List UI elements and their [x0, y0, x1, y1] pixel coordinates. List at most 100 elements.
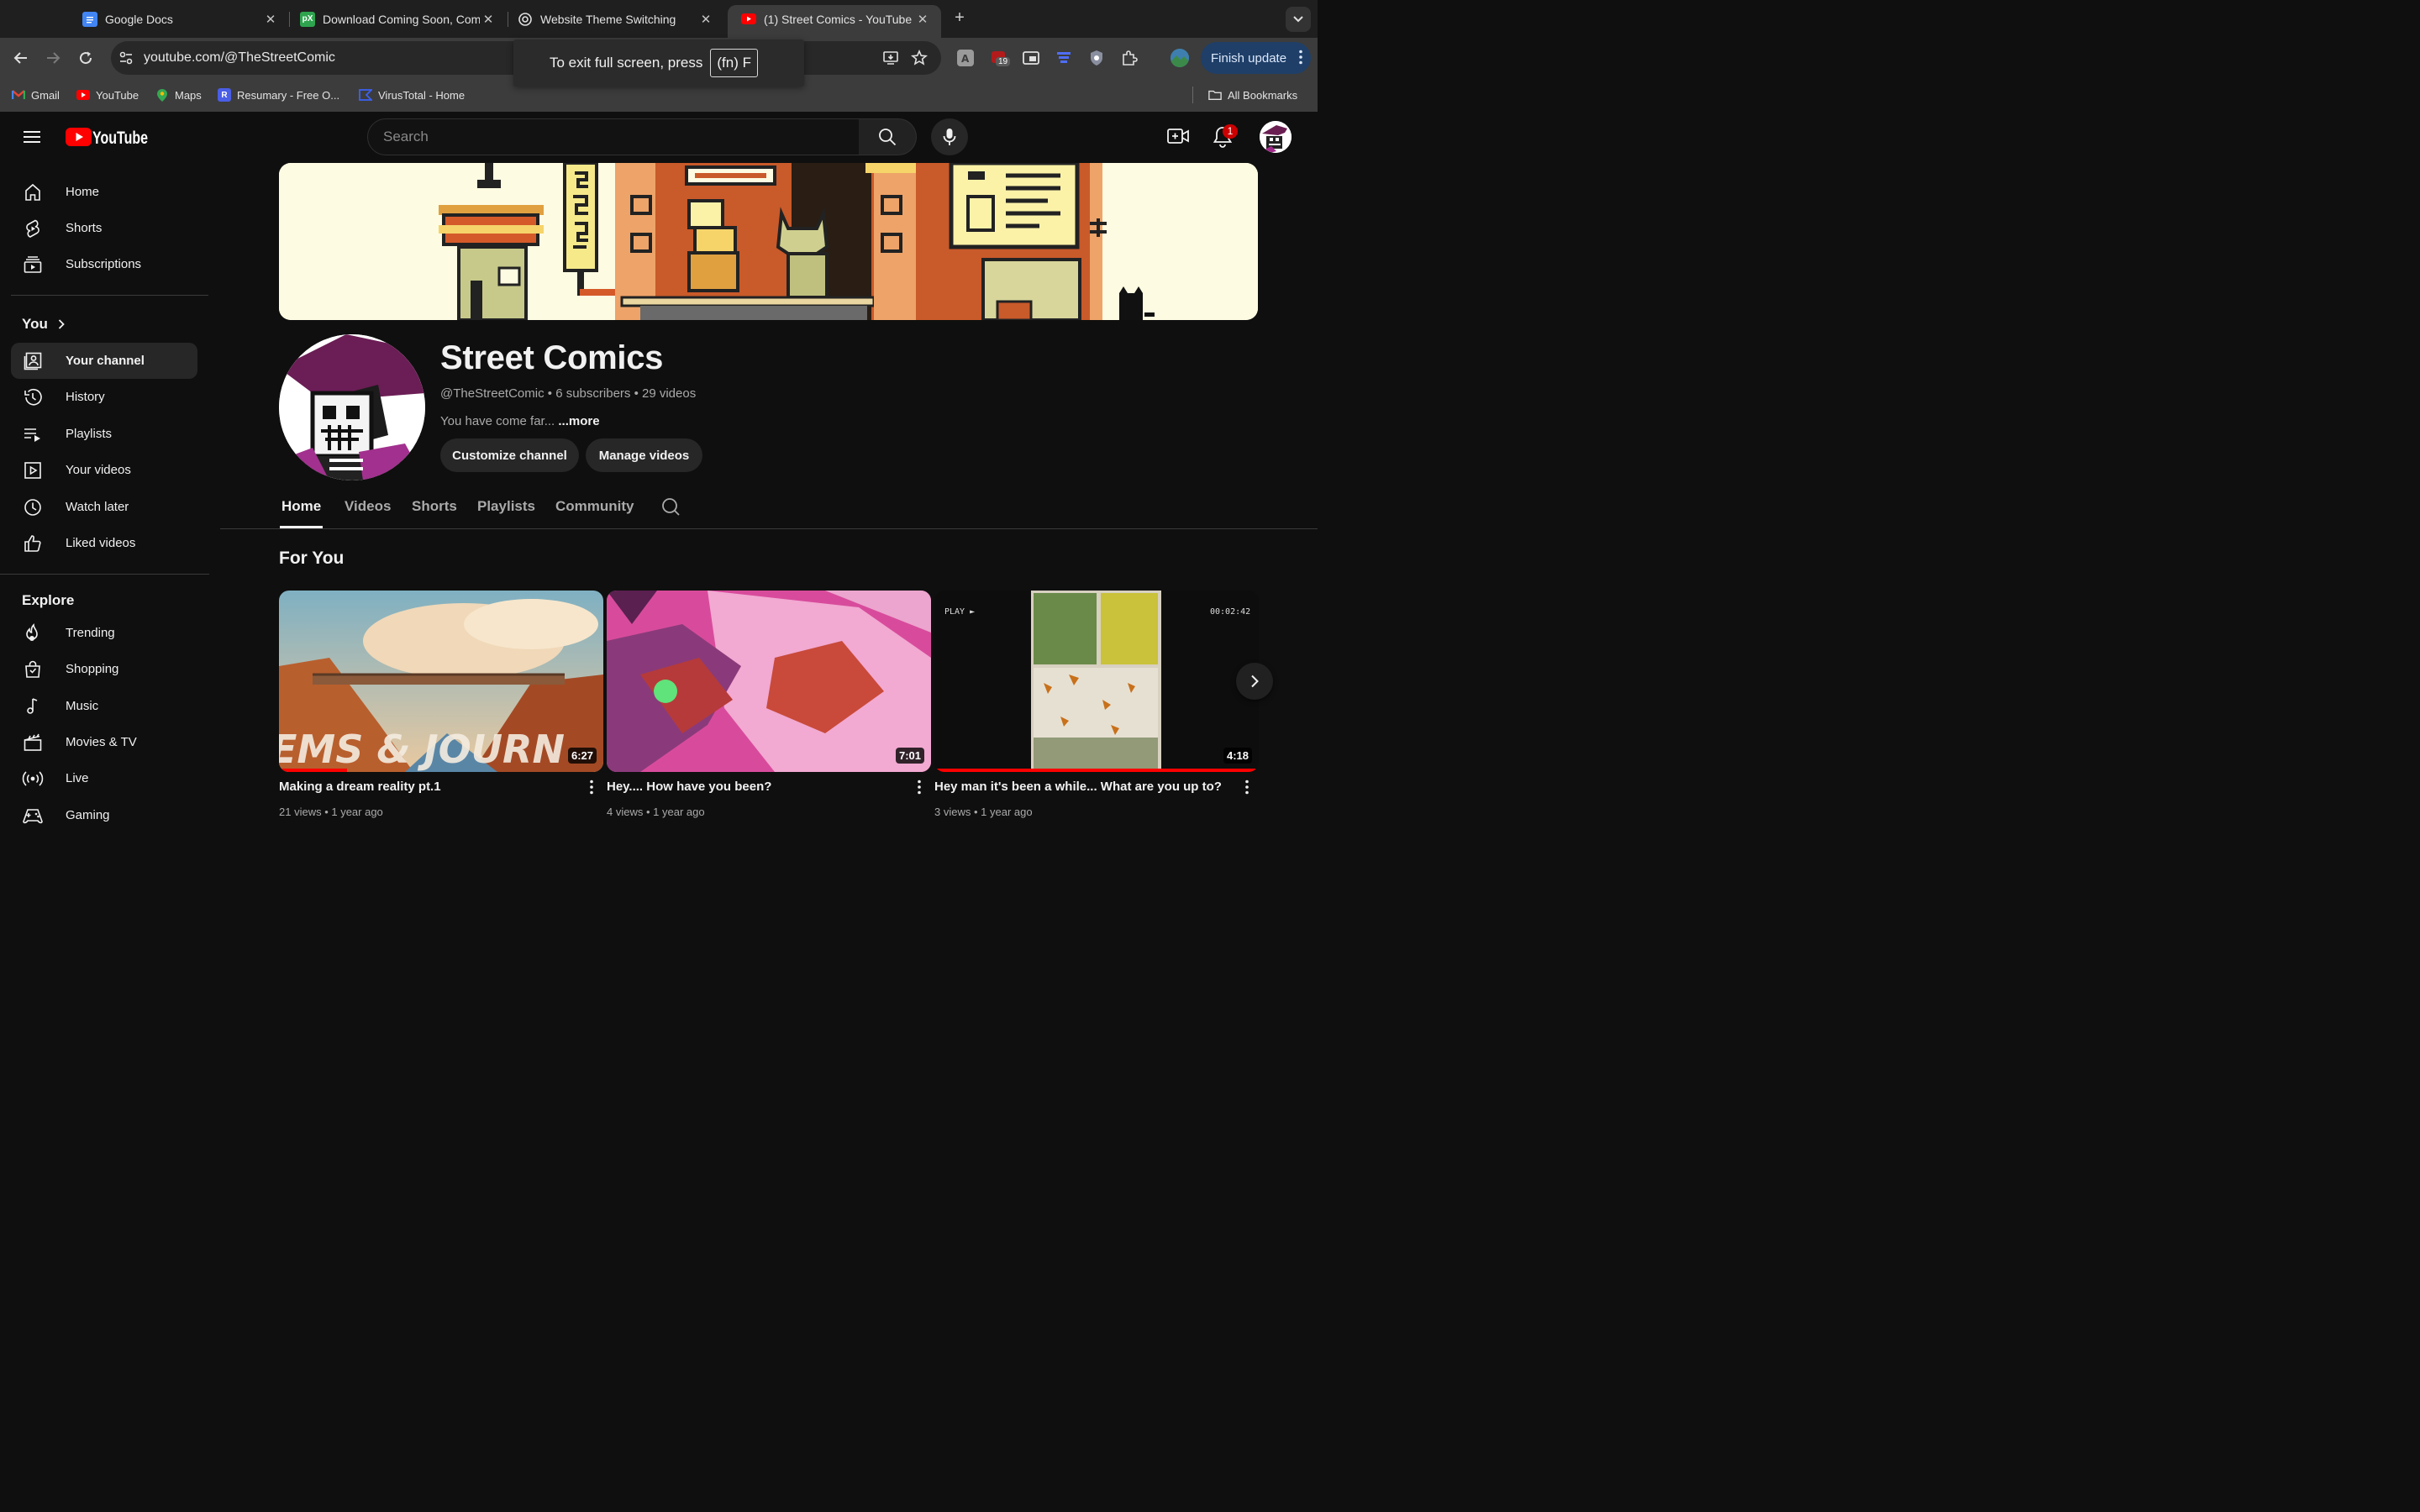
tab-home[interactable]: Home [281, 498, 321, 515]
tab-search-chevron-icon[interactable] [1286, 7, 1311, 32]
menu-hamburger-icon[interactable] [22, 129, 42, 145]
tab-community[interactable]: Community [555, 498, 634, 515]
extension-stack-icon[interactable] [1055, 50, 1072, 66]
manage-videos-button[interactable]: Manage videos [586, 438, 702, 472]
channel-tabs: Home Videos Shorts Playlists Community [220, 489, 1318, 529]
shield-extension-icon[interactable] [1088, 50, 1105, 66]
channel-search-icon[interactable] [661, 497, 680, 516]
extension-badge-icon[interactable]: 19 [990, 50, 1011, 66]
tab-playlists[interactable]: Playlists [477, 498, 535, 515]
shorts-icon [22, 218, 44, 239]
watch-progress-bar [279, 769, 348, 772]
sidebar-item-label: Playlists [66, 427, 113, 441]
sidebar-item-playlists[interactable]: Playlists [11, 416, 197, 452]
video-thumbnail[interactable]: 7:01 [607, 591, 931, 772]
extension-a-icon[interactable]: A [957, 50, 974, 66]
bookmark-maps[interactable]: Maps [155, 88, 202, 102]
all-bookmarks-button[interactable]: All Bookmarks [1208, 88, 1297, 102]
video-title[interactable]: Hey.... How have you been? [607, 780, 771, 794]
bookmark-virustotal[interactable]: VirusTotal - Home [359, 88, 465, 102]
video-title[interactable]: Making a dream reality pt.1 [279, 780, 441, 794]
sidebar-item-live[interactable]: Live [11, 760, 197, 796]
channel-subscribers: 6 subscribers [555, 386, 631, 401]
video-more-actions-icon[interactable] [911, 778, 928, 796]
bookmark-resumary[interactable]: R Resumary - Free O... [218, 88, 339, 102]
extensions-puzzle-icon[interactable] [1121, 50, 1138, 66]
sidebar-item-subscriptions[interactable]: Subscriptions [11, 246, 197, 282]
sidebar-item-label: Movies & TV [66, 735, 137, 749]
sidebar-item-home[interactable]: Home [11, 174, 197, 210]
fullscreen-exit-notice: To exit full screen, press (fn) F [513, 39, 804, 87]
bookmark-label: Resumary - Free O... [237, 88, 340, 102]
video-duration: 4:18 [1223, 748, 1252, 764]
sidebar-item-watch-later[interactable]: Watch later [11, 489, 197, 525]
create-video-icon[interactable] [1166, 127, 1190, 145]
fullscreen-notice-text: To exit full screen, press [550, 55, 703, 71]
video-duration: 6:27 [567, 748, 597, 764]
sidebar-item-your-channel[interactable]: Your channel [11, 343, 197, 379]
picture-in-picture-icon[interactable] [1023, 50, 1039, 66]
tab-videos[interactable]: Videos [345, 498, 391, 515]
close-tab-icon[interactable]: ✕ [262, 12, 279, 27]
sidebar-item-shorts[interactable]: Shorts [11, 210, 197, 246]
bookmark-star-icon[interactable] [911, 50, 928, 66]
search-input[interactable]: Search [367, 118, 860, 155]
tab-shorts[interactable]: Shorts [412, 498, 457, 515]
close-tab-icon[interactable]: ✕ [697, 12, 714, 27]
sidebar-item-your-videos[interactable]: Your videos [11, 452, 197, 488]
youtube-play-logo-icon [66, 128, 92, 146]
carousel-next-button[interactable] [1236, 663, 1273, 700]
video-thumbnail[interactable]: EMS & JOURN 6:27 [279, 591, 603, 772]
reload-icon[interactable] [76, 48, 96, 68]
sidebar-item-shopping[interactable]: Shopping [11, 651, 197, 687]
sidebar-item-music[interactable]: Music [11, 688, 197, 724]
sidebar-item-history[interactable]: History [11, 379, 197, 415]
active-tab-indicator [280, 526, 323, 528]
browser-tab-download[interactable]: pX Download Coming Soon, Com ✕ [287, 5, 507, 33]
browser-tab-theme-switching[interactable]: Website Theme Switching ✕ [504, 5, 724, 33]
search-button[interactable] [859, 118, 917, 155]
channel-avatar[interactable] [279, 334, 425, 480]
video-meta: 21 views • 1 year ago [279, 806, 383, 818]
profile-avatar-icon[interactable] [1171, 49, 1189, 67]
sidebar-item-label: Live [66, 771, 89, 785]
customize-channel-button[interactable]: Customize channel [440, 438, 579, 472]
browser-tab-google-docs[interactable]: Google Docs ✕ [69, 5, 289, 33]
video-thumbnail[interactable]: PLAY ► 00:02:42 4:18 [934, 591, 1259, 772]
sidebar-item-gaming[interactable]: Gaming [11, 797, 197, 833]
finish-update-button[interactable]: Finish update [1201, 42, 1311, 74]
sidebar-item-movies[interactable]: Movies & TV [11, 724, 197, 760]
new-tab-icon[interactable]: + [950, 8, 969, 28]
youtube-icon [76, 88, 90, 102]
sidebar-item-label: Watch later [66, 500, 129, 514]
browser-tab-youtube-active[interactable]: (1) Street Comics - YouTube ✕ [728, 5, 941, 38]
youtube-logo[interactable]: YouTube [66, 127, 150, 147]
bookmark-youtube[interactable]: YouTube [76, 88, 139, 102]
sidebar-you-heading[interactable]: You [22, 316, 65, 333]
account-avatar[interactable] [1260, 121, 1292, 153]
site-settings-icon[interactable] [118, 50, 134, 66]
search-icon [879, 129, 897, 146]
sidebar-item-liked-videos[interactable]: Liked videos [11, 525, 197, 561]
close-tab-icon[interactable]: ✕ [914, 12, 931, 27]
bookmark-label: VirusTotal - Home [378, 88, 466, 102]
more-link[interactable]: ...more [558, 414, 599, 428]
forward-icon[interactable] [43, 48, 63, 68]
bookmark-gmail[interactable]: Gmail [12, 88, 60, 102]
channel-description[interactable]: You have come far... ...more [440, 414, 600, 428]
bookmark-label: Gmail [31, 88, 60, 102]
bookmarks-divider [1192, 87, 1193, 103]
liked-videos-icon [22, 533, 44, 554]
video-more-actions-icon[interactable] [583, 778, 600, 796]
you-heading-label: You [22, 316, 48, 332]
video-more-actions-icon[interactable] [1239, 778, 1255, 796]
back-icon[interactable] [11, 48, 31, 68]
sidebar-item-trending[interactable]: Trending [11, 615, 197, 651]
sidebar-item-label: Your videos [66, 463, 131, 477]
voice-search-button[interactable] [931, 118, 968, 155]
video-title[interactable]: Hey man it's been a while... What are yo… [934, 780, 1222, 794]
install-app-icon[interactable] [882, 50, 899, 66]
video-age: 1 year ago [981, 806, 1033, 818]
close-tab-icon[interactable]: ✕ [480, 12, 497, 27]
meta-separator: • [634, 386, 642, 401]
